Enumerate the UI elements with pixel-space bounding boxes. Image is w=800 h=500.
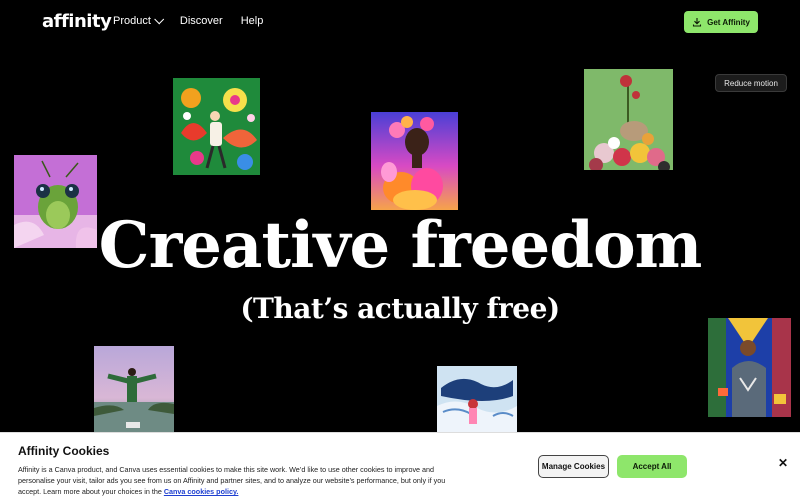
nav-discover[interactable]: Discover <box>180 15 223 27</box>
hero-title: Creative freedom <box>98 208 703 283</box>
get-affinity-label: Get Affinity <box>707 17 750 27</box>
chevron-down-icon <box>154 13 165 24</box>
affinity-landing-page: affinity Product Discover Help Get Affin… <box>0 0 800 500</box>
top-navigation: affinity Product Discover Help Get Affin… <box>0 0 800 44</box>
nav-help-label: Help <box>240 15 264 27</box>
person-in-lake-photo <box>94 346 174 432</box>
cookie-banner-title: Affinity Cookies <box>18 444 110 458</box>
floral-portrait-artwork <box>371 112 458 210</box>
whale-illustration <box>437 366 517 432</box>
close-icon[interactable]: ✕ <box>775 455 791 471</box>
accept-all-button[interactable]: Accept All <box>617 455 687 478</box>
flowers-illustration <box>173 78 260 175</box>
nav-product[interactable]: Product <box>113 13 165 27</box>
flower-collage-artwork <box>584 69 673 170</box>
nav-discover-label: Discover <box>179 15 223 27</box>
get-affinity-button[interactable]: Get Affinity <box>684 11 758 33</box>
musician-painting <box>708 318 791 417</box>
reduce-motion-button[interactable]: Reduce motion <box>715 74 787 92</box>
hero-subtitle: (That’s actually free) <box>240 292 560 325</box>
nav-product-label: Product <box>113 15 151 27</box>
download-icon <box>692 17 702 27</box>
affinity-logo[interactable]: affinity <box>42 11 112 32</box>
nav-links: Product Discover Help <box>113 13 264 27</box>
manage-cookies-button[interactable]: Manage Cookies <box>538 455 609 478</box>
cookies-policy-link[interactable]: Canva cookies policy. <box>164 487 239 496</box>
cookie-banner-text: Affinity is a Canva product, and Canva u… <box>18 464 448 497</box>
nav-help[interactable]: Help <box>241 15 264 27</box>
